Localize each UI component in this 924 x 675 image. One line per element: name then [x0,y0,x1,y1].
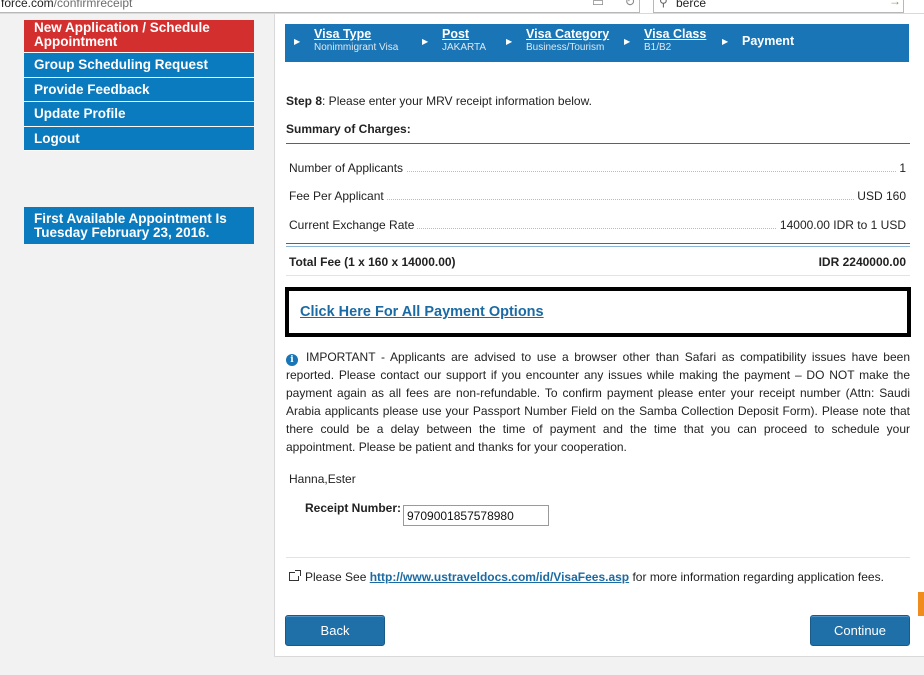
step-label: Step 8 [286,94,323,108]
fees-note-suffix: for more information regarding applicati… [629,570,884,584]
step-title: Visa Type [314,27,372,41]
step-title: Visa Category [526,27,610,41]
step-visa-type[interactable]: Visa Type Nonimmigrant Visa [314,27,398,54]
charge-value: 14000.00 IDR to 1 USD [776,218,906,232]
summary-title: Summary of Charges: [286,122,411,136]
step-instruction: Step 8: Please enter your MRV receipt in… [286,94,592,108]
charge-row: Number of Applicants 1 [286,161,910,177]
step-post[interactable]: Post JAKARTA [442,27,486,54]
charge-row: Fee Per Applicant USD 160 [286,189,910,205]
total-value: IDR 2240000.00 [818,255,906,269]
total-label: Total Fee (1 x 160 x 14000.00) [289,255,456,269]
step-visa-category[interactable]: Visa Category Business/Tourism [526,27,609,54]
nav-group-scheduling[interactable]: Group Scheduling Request [24,53,254,78]
search-box[interactable]: ⚲ berce [653,0,904,13]
nav-logout[interactable]: Logout [24,126,254,151]
external-link-icon [289,570,301,581]
chevron-right-icon: ▶ [506,37,513,46]
charge-label: Number of Applicants [289,161,407,175]
reload-icon[interactable]: ↻ [622,0,638,11]
step-text: : Please enter your MRV receipt informat… [322,94,592,108]
chevron-right-icon: ▶ [422,37,429,46]
step-visa-class[interactable]: Visa Class B1/B2 [644,27,706,54]
charge-label: Current Exchange Rate [289,218,418,232]
important-notice: i IMPORTANT - Applicants are advised to u… [286,348,910,456]
charge-value: 1 [896,161,906,175]
payment-options-box: Click Here For All Payment Options [285,287,911,337]
search-icon: ⚲ [659,0,668,9]
step-title: Visa Class [644,27,707,41]
page: force.com/confirmreceipt ▭ ↻ ⚲ berce → Ne… [0,0,924,675]
chevron-right-icon: ▶ [624,37,631,46]
continue-button[interactable]: Continue [810,615,910,646]
first-available-appointment: First Available Appointment Is Tuesday F… [24,207,254,244]
sidebar-nav: New Application / Schedule Appointment G… [24,20,254,151]
chevron-right-icon: ▶ [722,37,729,46]
info-icon: i [286,354,298,366]
scroll-marker [918,592,924,616]
step-subtitle: JAKARTA [442,42,487,53]
fees-note-prefix: Please See [305,570,370,584]
search-text: berce [676,0,707,10]
divider [286,246,910,247]
url-domain: force.com [1,0,54,10]
step-payment: Payment [742,34,794,49]
nav-provide-feedback[interactable]: Provide Feedback [24,77,254,102]
chevron-right-icon: ▶ [294,37,301,46]
fees-note: Please See http://www.ustraveldocs.com/i… [289,570,884,584]
step-title: Post [442,27,470,41]
bookmark-icon[interactable]: ▭ [590,0,606,11]
step-title: Payment [742,34,795,48]
address-bar[interactable]: force.com/confirmreceipt [0,0,640,13]
receipt-number-label: Receipt Number: [305,501,402,515]
visa-fees-link[interactable]: http://www.ustraveldocs.com/id/VisaFees.… [370,570,629,584]
progress-steps: ▶ Visa Type Nonimmigrant Visa ▶ Post JAK… [285,24,909,62]
important-text: IMPORTANT - Applicants are advised to us… [286,350,910,454]
divider [286,243,910,244]
step-subtitle: Business/Tourism [526,42,605,53]
url-path: /confirmreceipt [53,0,133,10]
step-subtitle: B1/B2 [644,42,672,53]
divider [286,557,910,558]
receipt-number-input[interactable] [403,505,549,526]
go-arrow-icon[interactable]: → [889,0,901,8]
charge-row: Current Exchange Rate 14000.00 IDR to 1 … [286,218,910,234]
divider [286,143,910,144]
payment-options-link[interactable]: Click Here For All Payment Options [300,304,544,320]
charge-label: Fee Per Applicant [289,189,387,203]
applicant-name: Hanna,Ester [289,472,356,486]
charge-value: USD 160 [854,189,906,203]
nav-new-application[interactable]: New Application / Schedule Appointment [24,20,254,53]
divider [286,275,910,276]
back-button[interactable]: Back [285,615,385,646]
nav-update-profile[interactable]: Update Profile [24,102,254,127]
step-subtitle: Nonimmigrant Visa [314,42,399,53]
browser-toolbar: force.com/confirmreceipt ▭ ↻ ⚲ berce → [0,0,924,14]
